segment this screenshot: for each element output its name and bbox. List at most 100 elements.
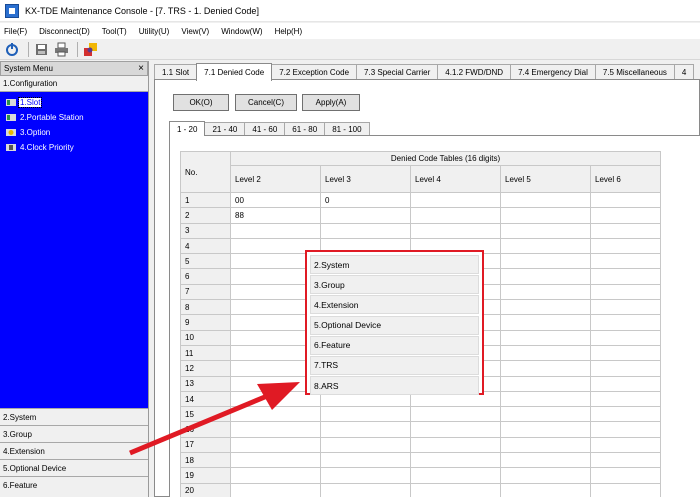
tab-fwd-dnd[interactable]: 4.1.2 FWD/DND [437,64,512,80]
popup-item-ars[interactable]: 8.ARS [310,376,479,396]
table-cell[interactable] [320,482,411,497]
save-icon[interactable] [33,41,50,58]
table-cell[interactable] [230,452,321,469]
table-cell[interactable] [410,452,501,469]
table-cell[interactable] [410,436,501,454]
table-cell[interactable] [590,329,661,346]
table-cell[interactable] [410,207,501,224]
table-cell[interactable] [230,482,321,497]
table-cell[interactable]: 00 [230,191,321,209]
table-cell[interactable] [230,467,321,484]
table-cell[interactable] [500,237,591,255]
table-cell[interactable] [500,390,591,408]
section-group[interactable]: 3.Group [0,425,148,442]
table-cell[interactable] [500,436,591,454]
menu-file[interactable]: File(F) [4,27,27,36]
table-cell[interactable] [590,207,661,224]
table-cell[interactable]: 0 [320,191,411,209]
table-cell[interactable] [410,406,501,423]
table-cell[interactable] [320,207,411,224]
table-cell[interactable] [320,467,411,484]
tool-icon[interactable] [82,41,99,58]
connect-icon[interactable] [4,41,21,58]
table-cell[interactable] [500,314,591,331]
section-extension[interactable]: 4.Extension [0,442,148,459]
table-cell[interactable] [500,253,591,270]
table-cell[interactable] [500,360,591,377]
section-optional-device[interactable]: 5.Optional Device [0,459,148,476]
table-cell[interactable] [500,421,591,438]
close-icon[interactable]: × [138,63,144,74]
table-cell[interactable] [590,191,661,209]
range-tab-41-60[interactable]: 41 - 60 [244,122,286,136]
table-cell[interactable] [590,299,661,316]
table-cell[interactable] [590,283,661,301]
menu-utility[interactable]: Utility(U) [139,27,170,36]
tab-miscellaneous[interactable]: 7.5 Miscellaneous [594,64,675,80]
tree-item-portable-station[interactable]: 2.Portable Station [0,110,148,125]
ok-button[interactable]: OK(O) [173,94,229,111]
tab-exception-code[interactable]: 7.2 Exception Code [271,64,358,80]
popup-item-trs[interactable]: 7.TRS [310,355,479,375]
range-tab-21-40[interactable]: 21 - 40 [204,122,246,136]
table-cell[interactable] [500,406,591,423]
apply-button[interactable]: Apply(A) [302,94,360,111]
table-cell[interactable] [500,299,591,316]
table-cell[interactable] [500,467,591,484]
table-cell[interactable] [500,482,591,497]
table-cell[interactable] [500,452,591,469]
popup-item-extension[interactable]: 4.Extension [310,295,479,315]
table-cell[interactable] [410,191,501,209]
tree-item-clock-priority[interactable]: 4.Clock Priority [0,140,148,155]
table-cell[interactable] [410,467,501,484]
tab-slot[interactable]: 1.1 Slot [154,64,198,80]
table-cell[interactable] [500,375,591,392]
table-cell[interactable] [590,452,661,469]
table-cell[interactable] [500,207,591,224]
range-tab-81-100[interactable]: 81 - 100 [324,122,370,136]
table-cell[interactable] [320,421,411,438]
menu-view[interactable]: View(V) [181,27,209,36]
table-cell[interactable] [410,421,501,438]
range-tab-61-80[interactable]: 61 - 80 [284,122,326,136]
menu-help[interactable]: Help(H) [275,27,303,36]
table-cell[interactable] [590,237,661,255]
table-cell[interactable]: 88 [230,207,321,224]
print-icon[interactable] [53,41,70,58]
tab-special-carrier[interactable]: 7.3 Special Carrier [356,64,439,80]
tree-item-slot[interactable]: 1.Slot [0,95,148,110]
table-cell[interactable] [320,222,411,239]
table-cell[interactable] [590,268,661,285]
tree-item-option[interactable]: 3.Option [0,125,148,140]
table-cell[interactable] [590,344,661,362]
table-cell[interactable] [230,406,321,423]
table-cell[interactable] [500,283,591,301]
table-cell[interactable] [230,222,321,239]
table-cell[interactable] [590,482,661,497]
table-cell[interactable] [500,222,591,239]
menu-disconnect[interactable]: Disconnect(D) [39,27,90,36]
table-cell[interactable] [410,482,501,497]
section-system[interactable]: 2.System [0,408,148,425]
table-cell[interactable] [590,436,661,454]
table-cell[interactable] [590,421,661,438]
section-feature[interactable]: 6.Feature [0,476,148,493]
table-cell[interactable] [500,344,591,362]
table-cell[interactable] [590,253,661,270]
menu-tool[interactable]: Tool(T) [102,27,127,36]
table-cell[interactable] [500,191,591,209]
popup-item-optional-device[interactable]: 5.Optional Device [310,315,479,335]
popup-item-group[interactable]: 3.Group [310,275,479,295]
table-cell[interactable] [320,406,411,423]
section-configuration[interactable]: 1.Configuration [0,76,148,92]
table-cell[interactable] [590,360,661,377]
table-cell[interactable] [590,467,661,484]
tab-emergency-dial[interactable]: 7.4 Emergency Dial [510,64,596,80]
menu-window[interactable]: Window(W) [221,27,262,36]
tab-denied-code[interactable]: 7.1 Denied Code [196,63,273,81]
table-cell[interactable] [590,375,661,392]
table-cell[interactable] [590,406,661,423]
table-cell[interactable] [230,436,321,454]
table-cell[interactable] [500,268,591,285]
table-cell[interactable] [590,222,661,239]
